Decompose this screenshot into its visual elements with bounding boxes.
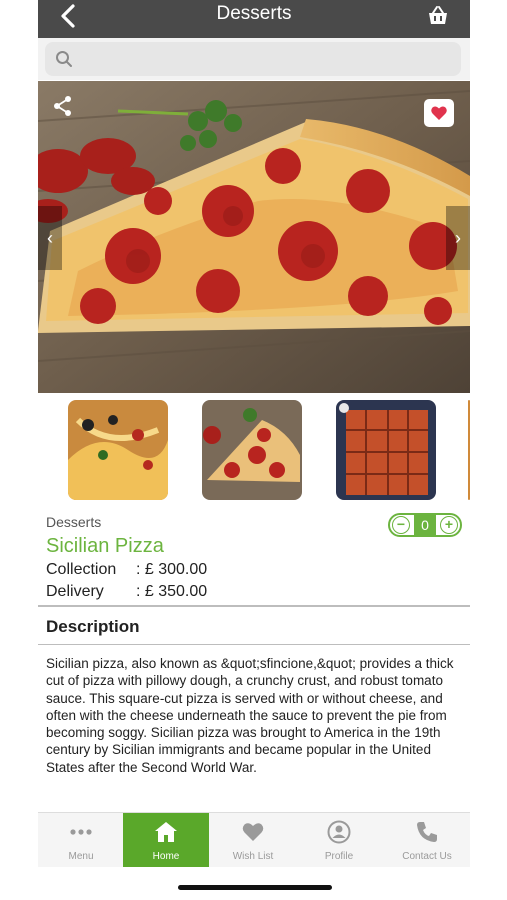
search-icon — [56, 51, 72, 67]
home-indicator — [178, 885, 332, 890]
more-dots-icon — [70, 829, 92, 835]
quantity-stepper[interactable]: − 0 + — [388, 513, 462, 537]
search-bar — [38, 38, 470, 80]
heart-icon — [242, 823, 264, 841]
bottom-tab-bar: Menu Home Wish List Profile Contact Us — [38, 812, 470, 867]
price-value: : £ 350.00 — [136, 583, 208, 600]
thumbnail-image[interactable] — [468, 400, 470, 500]
carousel-next-button[interactable]: › — [446, 206, 470, 270]
thumbnail-image[interactable] — [68, 400, 168, 500]
tab-label: Profile — [324, 851, 354, 862]
description-text: Sicilian pizza, also known as &quot;sfin… — [46, 656, 454, 775]
price-value: : £ 300.00 — [136, 561, 208, 578]
basket-button[interactable] — [426, 4, 450, 28]
chevron-left-icon: ‹ — [47, 228, 53, 248]
increase-quantity-button[interactable]: + — [440, 516, 458, 534]
favorite-button[interactable] — [424, 99, 454, 127]
product-category: Desserts — [46, 514, 102, 530]
collection-price-row: Collection : £ 300.00 — [46, 561, 207, 579]
search-input[interactable] — [79, 48, 453, 72]
tab-menu[interactable]: Menu — [38, 813, 124, 867]
tab-home[interactable]: Home — [123, 813, 209, 867]
divider — [38, 644, 470, 645]
product-main-image — [38, 81, 470, 393]
thumbnail-image[interactable] — [202, 400, 302, 500]
price-label: Delivery — [46, 583, 104, 600]
chevron-right-icon: › — [455, 228, 461, 248]
tab-label: Menu — [68, 851, 94, 862]
tab-label: Wish List — [232, 851, 274, 862]
delivery-price-row: Delivery : £ 350.00 — [46, 583, 207, 601]
profile-icon — [327, 820, 351, 844]
tab-label: Contact Us — [402, 851, 452, 862]
divider — [38, 605, 470, 607]
tab-profile[interactable]: Profile — [296, 813, 382, 867]
decrease-quantity-button[interactable]: − — [392, 516, 410, 534]
tab-contact-us[interactable]: Contact Us — [384, 813, 470, 867]
thumbnail-strip[interactable] — [38, 396, 470, 504]
heart-icon — [431, 106, 447, 120]
basket-icon — [429, 6, 447, 24]
home-icon — [155, 822, 177, 842]
header-bar: Desserts — [38, 0, 470, 38]
quantity-value: 0 — [414, 515, 436, 535]
tab-label: Home — [152, 851, 180, 862]
description-heading: Description — [46, 617, 140, 636]
share-icon — [54, 96, 71, 116]
search-box[interactable] — [45, 42, 461, 76]
tab-wish-list[interactable]: Wish List — [210, 813, 296, 867]
price-label: Collection — [46, 561, 117, 578]
page-title: Desserts — [216, 3, 292, 24]
share-button[interactable] — [52, 95, 74, 117]
phone-icon — [417, 822, 437, 842]
app-screen: Desserts ‹ › Desserts Sicilian Pizza − 0… — [38, 0, 470, 900]
thumbnail-image[interactable] — [336, 400, 436, 500]
product-image-carousel[interactable]: ‹ › — [38, 81, 470, 393]
carousel-prev-button[interactable]: ‹ — [38, 206, 62, 270]
product-name: Sicilian Pizza — [46, 535, 164, 557]
